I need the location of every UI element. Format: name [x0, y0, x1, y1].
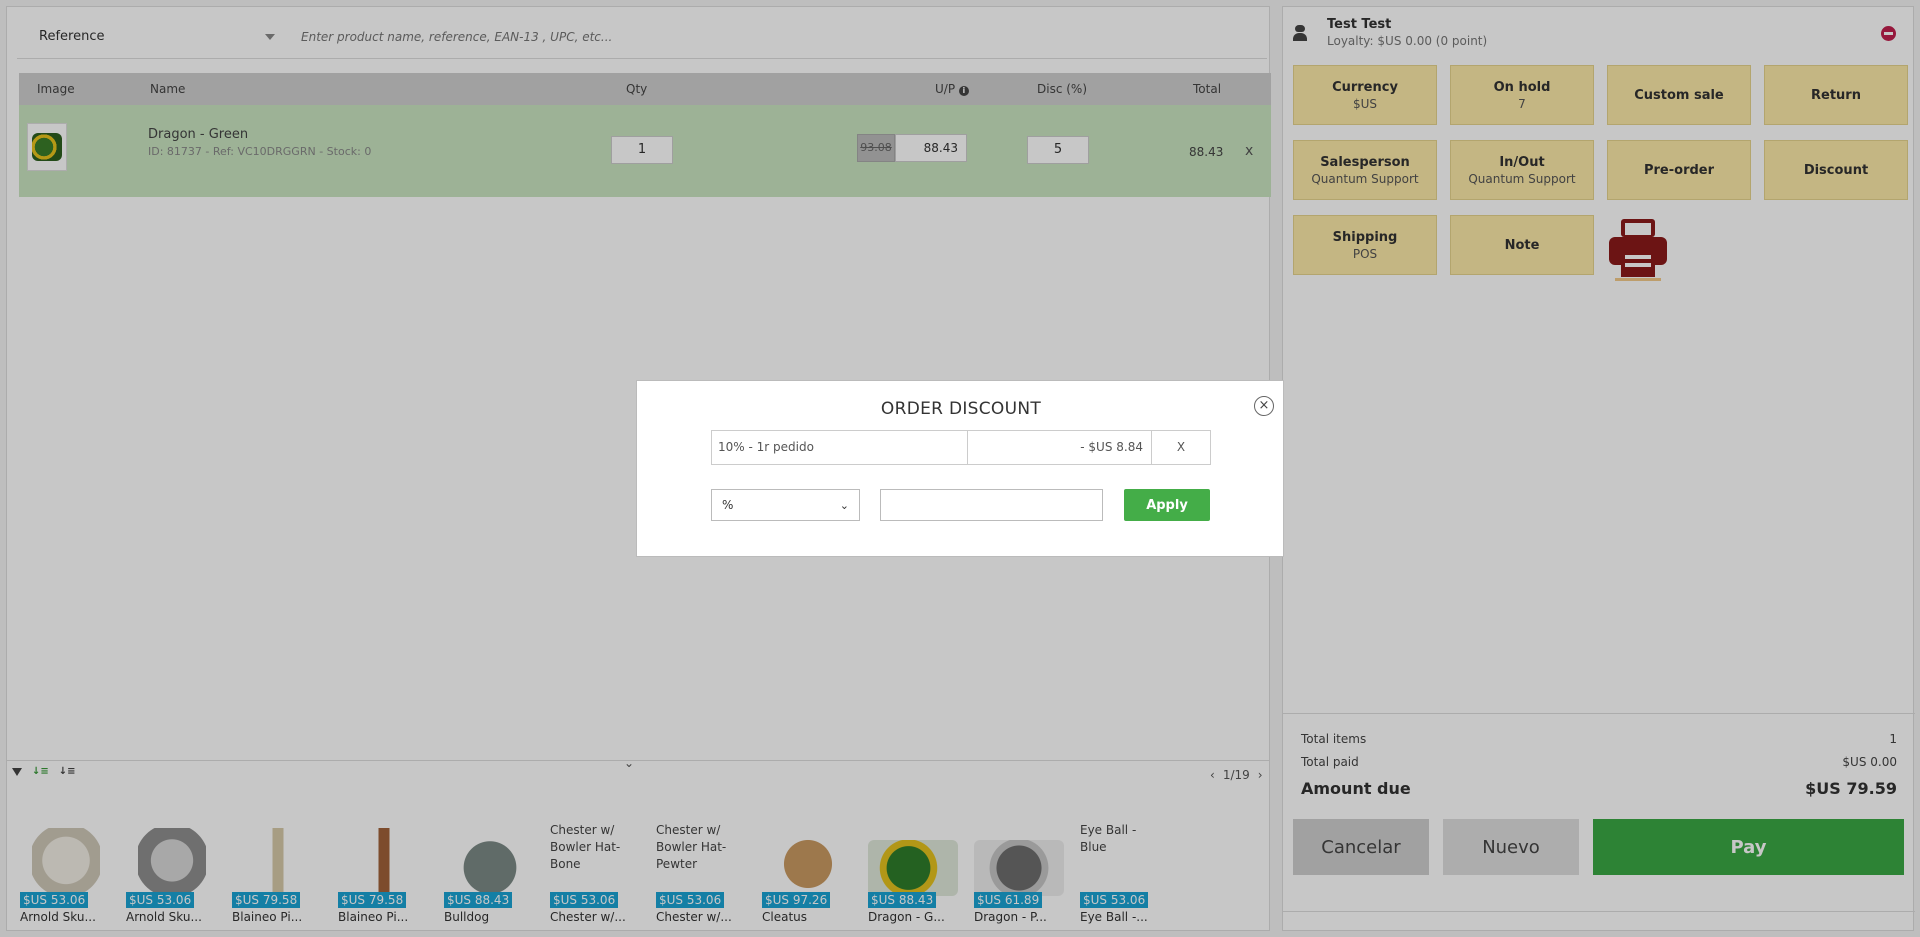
applied-discount-row: 10% - 1r pedido - $US 8.84 X: [711, 430, 1211, 465]
discount-type-select[interactable]: % ⌄: [711, 489, 860, 521]
apply-button[interactable]: Apply: [1124, 489, 1210, 521]
discount-amount: - $US 8.84: [968, 431, 1152, 464]
chevron-down-icon: ⌄: [839, 498, 849, 512]
discount-name: 10% - 1r pedido: [712, 431, 968, 464]
close-icon[interactable]: ×: [1254, 396, 1274, 416]
order-discount-modal: ORDER DISCOUNT × 10% - 1r pedido - $US 8…: [636, 380, 1284, 557]
discount-value-input[interactable]: [880, 489, 1103, 521]
discount-type-value: %: [722, 498, 734, 512]
remove-discount-button[interactable]: X: [1152, 431, 1210, 464]
modal-title: ORDER DISCOUNT: [880, 399, 1042, 419]
